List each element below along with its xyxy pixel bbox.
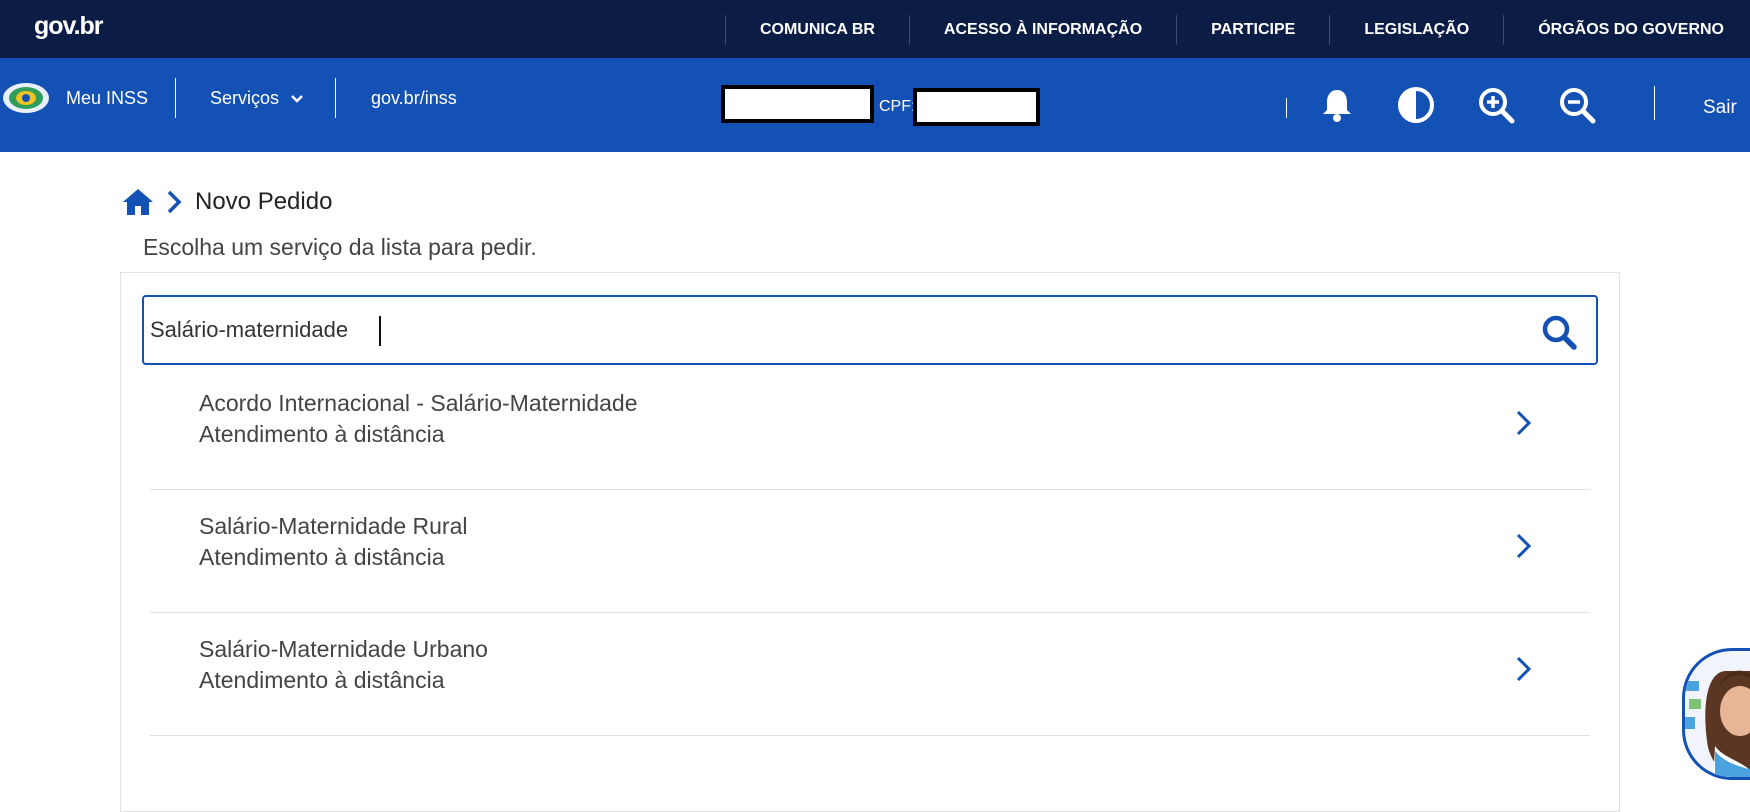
meu-inss-link[interactable]: Meu INSS xyxy=(66,88,148,109)
bell-icon[interactable] xyxy=(1318,86,1356,124)
govbr-links: COMUNICA BR ACESSO À INFORMAÇÃO PARTICIP… xyxy=(724,14,1750,46)
zoom-in-icon[interactable] xyxy=(1477,86,1515,124)
service-name: Salário-Maternidade Urbano xyxy=(199,636,488,662)
search-icon[interactable] xyxy=(1540,313,1578,351)
sair-button[interactable]: Sair xyxy=(1703,97,1737,119)
breadcrumb: Novo Pedido xyxy=(121,186,332,218)
link-legislacao[interactable]: LEGISLAÇÃO xyxy=(1330,21,1503,39)
cpf-label: CPF: xyxy=(879,98,916,115)
service-name: Acordo Internacional - Salário-Maternida… xyxy=(199,390,638,416)
redacted-name xyxy=(721,85,874,123)
list-item[interactable]: Salário-Maternidade Urbano Atendimento à… xyxy=(150,614,1590,736)
inss-logo-icon[interactable] xyxy=(2,81,50,115)
assistant-portrait-icon xyxy=(1685,670,1750,777)
page-subtitle: Escolha um serviço da lista para pedir. xyxy=(143,234,537,260)
page-title: Novo Pedido xyxy=(195,188,333,215)
govbr-top-bar: gov.br COMUNICA BR ACESSO À INFORMAÇÃO P… xyxy=(0,0,1750,58)
link-orgaos-governo[interactable]: ÓRGÃOS DO GOVERNO xyxy=(1504,21,1750,39)
search-box[interactable] xyxy=(142,295,1598,365)
list-item[interactable]: Acordo Internacional - Salário-Maternida… xyxy=(150,368,1590,490)
chevron-down-icon xyxy=(291,95,303,104)
service-mode: Atendimento à distância xyxy=(199,421,445,447)
virtual-assistant-avatar[interactable] xyxy=(1682,648,1750,780)
divider xyxy=(335,78,336,118)
servicos-label: Serviços xyxy=(210,88,280,108)
divider xyxy=(175,78,176,118)
inss-header: Meu INSS Serviços gov.br/inss CPF: Sair xyxy=(0,58,1750,152)
service-mode: Atendimento à distância xyxy=(199,667,445,693)
divider xyxy=(1654,86,1655,120)
list-item[interactable]: Salário-Maternidade Rural Atendimento à … xyxy=(150,491,1590,613)
divider xyxy=(1286,98,1287,118)
zoom-out-icon[interactable] xyxy=(1558,86,1596,124)
service-name: Salário-Maternidade Rural xyxy=(199,513,468,539)
redacted-cpf xyxy=(913,88,1040,126)
link-participe[interactable]: PARTICIPE xyxy=(1177,21,1329,39)
govbr-logo[interactable]: gov.br xyxy=(34,12,104,41)
link-acesso-informacao[interactable]: ACESSO À INFORMAÇÃO xyxy=(910,21,1176,39)
search-input[interactable] xyxy=(148,297,1518,363)
chevron-right-icon xyxy=(1516,410,1532,436)
contrast-icon[interactable] xyxy=(1397,86,1435,124)
chevron-right-icon xyxy=(167,190,182,214)
service-mode: Atendimento à distância xyxy=(199,544,445,570)
text-caret xyxy=(379,316,381,346)
site-link[interactable]: gov.br/inss xyxy=(371,88,457,109)
chevron-right-icon xyxy=(1516,656,1532,682)
servicos-menu[interactable]: Serviços xyxy=(210,88,304,109)
home-icon[interactable] xyxy=(121,187,155,217)
link-comunica-br[interactable]: COMUNICA BR xyxy=(726,21,909,39)
chevron-right-icon xyxy=(1516,533,1532,559)
